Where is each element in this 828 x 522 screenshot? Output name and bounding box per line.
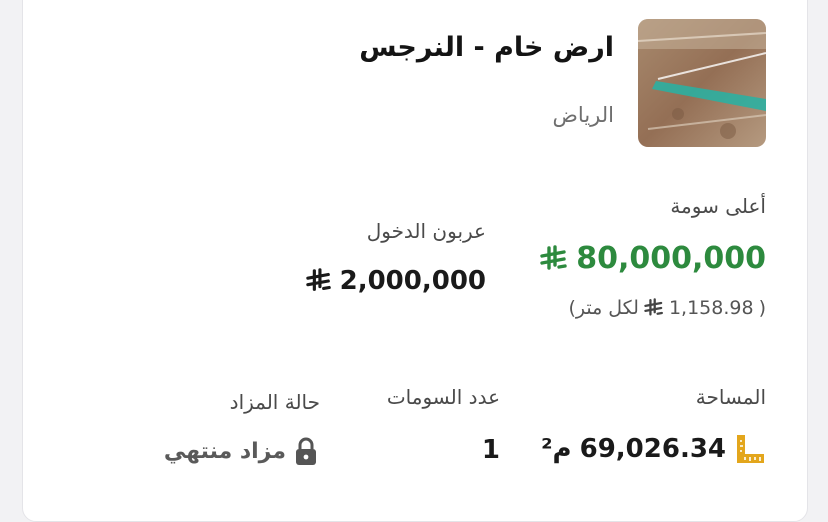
land-thumbnail[interactable] bbox=[638, 19, 766, 147]
bids-count-value: 1 bbox=[481, 435, 500, 465]
deposit-label: عربون الدخول bbox=[366, 219, 486, 243]
ruler-icon bbox=[734, 433, 766, 465]
auction-status-text: مزاد منتهي bbox=[163, 438, 286, 464]
price-per-meter-suffix: لكل متر) bbox=[568, 297, 639, 319]
listing-title[interactable]: ارض خام - النرجس bbox=[359, 32, 614, 63]
saudi-riyal-icon bbox=[540, 244, 568, 273]
area-value: 69,026.34 م² bbox=[541, 433, 766, 465]
lock-icon bbox=[294, 436, 318, 466]
auction-status-value: مزاد منتهي bbox=[164, 436, 318, 466]
deposit-amount: 2,000,000 bbox=[339, 266, 486, 296]
price-per-meter-value: 1,158.98 bbox=[668, 297, 754, 319]
auction-status-label: حالة المزاد bbox=[229, 390, 320, 414]
highest-bid-value: 80,000,000 bbox=[540, 241, 766, 276]
saudi-riyal-icon bbox=[305, 268, 332, 294]
deposit-value: 2,000,000 bbox=[305, 266, 486, 296]
saudi-riyal-icon bbox=[644, 298, 664, 318]
area-label: المساحة bbox=[695, 385, 766, 409]
highest-bid-label: أعلى سومة bbox=[670, 194, 766, 218]
area-amount: 69,026.34 bbox=[579, 434, 726, 464]
area-unit: م² bbox=[541, 434, 572, 464]
highest-bid-amount: 80,000,000 bbox=[576, 241, 766, 276]
bids-count-label: عدد السومات bbox=[386, 385, 500, 409]
listing-city: الرياض bbox=[552, 103, 614, 127]
price-per-meter: ( 1,158.98 لكل متر) bbox=[568, 297, 766, 319]
